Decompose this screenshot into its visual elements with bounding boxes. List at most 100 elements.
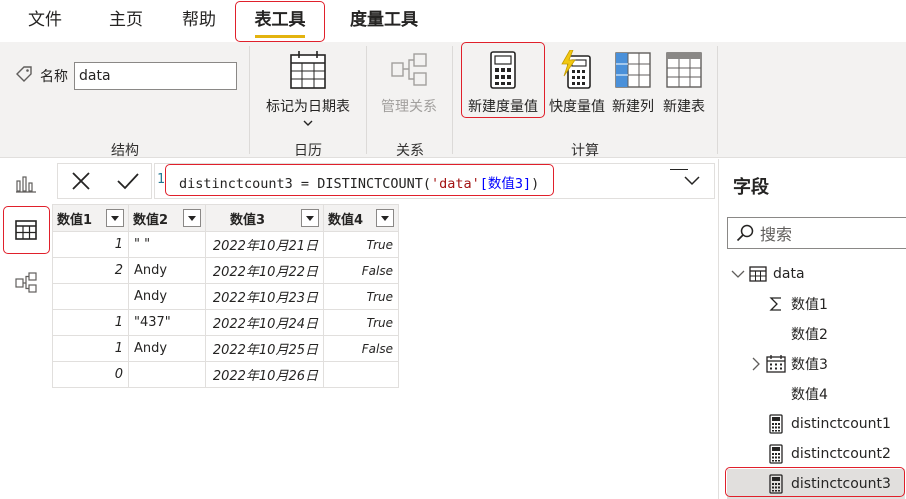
name-label: 名称: [40, 69, 68, 85]
group-label-calculations: 计算: [571, 143, 599, 159]
field-item[interactable]: 数值4: [765, 379, 828, 409]
column-header-4[interactable]: 数值4: [323, 204, 399, 232]
table-row: 0 2022年10月26日: [52, 361, 399, 388]
line-number: 1: [157, 172, 165, 187]
cell[interactable]: Andy: [128, 257, 206, 284]
cell[interactable]: 2022年10月24日: [205, 309, 324, 336]
field-item-selected[interactable]: distinctcount3: [727, 469, 905, 499]
search-icon: [736, 224, 754, 242]
formula-close-paren: ): [531, 176, 540, 192]
filter-dropdown-button[interactable]: [183, 209, 201, 227]
manage-relationships-button[interactable]: 管理关系: [374, 48, 444, 116]
quick-measure-button[interactable]: 快度量值: [545, 48, 609, 116]
formula-actions: [57, 163, 152, 199]
new-column-button[interactable]: 新建列: [609, 48, 657, 116]
close-icon: [72, 172, 90, 190]
table-row: Andy 2022年10月23日 True: [52, 283, 399, 310]
field-label: distinctcount1: [791, 416, 891, 432]
new-measure-button[interactable]: 新建度量值: [462, 48, 544, 116]
chevron-down-icon: [381, 215, 389, 221]
filter-dropdown-button[interactable]: [106, 209, 124, 227]
cell[interactable]: 2022年10月25日: [205, 335, 324, 362]
mark-date-table-button[interactable]: 标记为日期表: [258, 48, 358, 126]
table-icon: [15, 220, 37, 240]
fields-pane: 字段 搜索 data 数值1 数值2 数值3 数值4 distinctcount…: [718, 159, 906, 499]
ribbon: 名称 结构 标记为日期表 日历: [0, 42, 906, 159]
model-icon: [15, 272, 37, 293]
cell[interactable]: True: [323, 231, 399, 258]
cell[interactable]: True: [323, 309, 399, 336]
fields-title: 字段: [733, 177, 769, 198]
field-label: 数值2: [791, 327, 828, 343]
formula-text: distinctcount3 = DISTINCTCOUNT('data'[数值…: [179, 172, 539, 192]
chevron-right-icon[interactable]: [749, 357, 763, 371]
formula-open-paren: (: [422, 176, 431, 192]
cell[interactable]: False: [323, 257, 399, 284]
cell[interactable]: Andy: [128, 335, 206, 362]
chevron-down-icon: [111, 215, 119, 221]
expand-formula-button[interactable]: [670, 164, 714, 198]
cell[interactable]: 2022年10月22日: [205, 257, 324, 284]
cell[interactable]: True: [323, 283, 399, 310]
field-item[interactable]: 数值3: [749, 349, 828, 379]
search-placeholder: 搜索: [760, 225, 793, 244]
formula-operator: =: [292, 176, 318, 192]
table-icon: [747, 266, 769, 282]
model-view-button[interactable]: [4, 261, 48, 305]
column-header-3[interactable]: 数值3: [205, 204, 324, 232]
table-row: 1 "437" 2022年10月24日 True: [52, 309, 399, 336]
column-header-label: 数值1: [57, 212, 93, 228]
cell[interactable]: 1: [52, 231, 129, 258]
tab-help[interactable]: 帮助: [168, 0, 230, 42]
menu-bar: 文件 主页 帮助 表工具 度量工具: [0, 0, 906, 42]
tab-measure-tools[interactable]: 度量工具: [334, 0, 434, 42]
calculator-icon: [765, 444, 787, 464]
tab-file[interactable]: 文件: [14, 0, 76, 42]
cell[interactable]: 1: [52, 309, 129, 336]
commit-formula-button[interactable]: [110, 165, 146, 197]
formula-editor[interactable]: 1 distinctcount3 = DISTINCTCOUNT('data'[…: [154, 163, 715, 199]
cell[interactable]: 0: [52, 361, 129, 388]
filter-dropdown-button[interactable]: [301, 209, 319, 227]
new-table-icon: [659, 48, 709, 92]
formula-table-ref: 'data': [431, 176, 480, 192]
chevron-down-icon[interactable]: [731, 270, 745, 278]
cell[interactable]: " ": [128, 231, 206, 258]
formula-measure-name: distinctcount3: [179, 176, 293, 192]
chevron-down-icon: [303, 120, 313, 126]
quick-measure-icon: [545, 48, 609, 92]
cell[interactable]: 1: [52, 335, 129, 362]
tab-table-tools[interactable]: 表工具: [236, 0, 324, 42]
filter-dropdown-button[interactable]: [376, 209, 394, 227]
group-separator: [366, 46, 367, 154]
field-item[interactable]: distinctcount1: [765, 409, 891, 439]
data-view-button[interactable]: [4, 208, 48, 252]
cell[interactable]: Andy: [128, 283, 206, 310]
cell[interactable]: False: [323, 335, 399, 362]
cell[interactable]: "437": [128, 309, 206, 336]
table-name-input[interactable]: [74, 62, 237, 90]
column-header-1[interactable]: 数值1: [52, 204, 129, 232]
column-header-label: 数值2: [133, 212, 169, 228]
field-table-data[interactable]: data: [731, 259, 805, 289]
column-header-2[interactable]: 数值2: [128, 204, 206, 232]
chevron-down-icon: [684, 176, 700, 186]
cell[interactable]: 2022年10月26日: [205, 361, 324, 388]
cell[interactable]: [52, 283, 129, 310]
cell[interactable]: 2022年10月23日: [205, 283, 324, 310]
new-table-button[interactable]: 新建表: [659, 48, 709, 116]
fields-search-input[interactable]: 搜索: [727, 217, 906, 249]
report-view-button[interactable]: [4, 161, 48, 205]
tag-icon: [14, 64, 34, 88]
cell[interactable]: 2022年10月21日: [205, 231, 324, 258]
calculator-icon: [462, 48, 544, 92]
field-item[interactable]: distinctcount2: [765, 439, 891, 469]
calculator-icon: [765, 414, 787, 434]
cell[interactable]: [323, 361, 399, 388]
cell[interactable]: [128, 361, 206, 388]
cancel-formula-button[interactable]: [63, 165, 99, 197]
tab-home[interactable]: 主页: [96, 0, 156, 42]
cell[interactable]: 2: [52, 257, 129, 284]
field-item[interactable]: 数值1: [765, 289, 828, 319]
field-item[interactable]: 数值2: [765, 319, 828, 349]
